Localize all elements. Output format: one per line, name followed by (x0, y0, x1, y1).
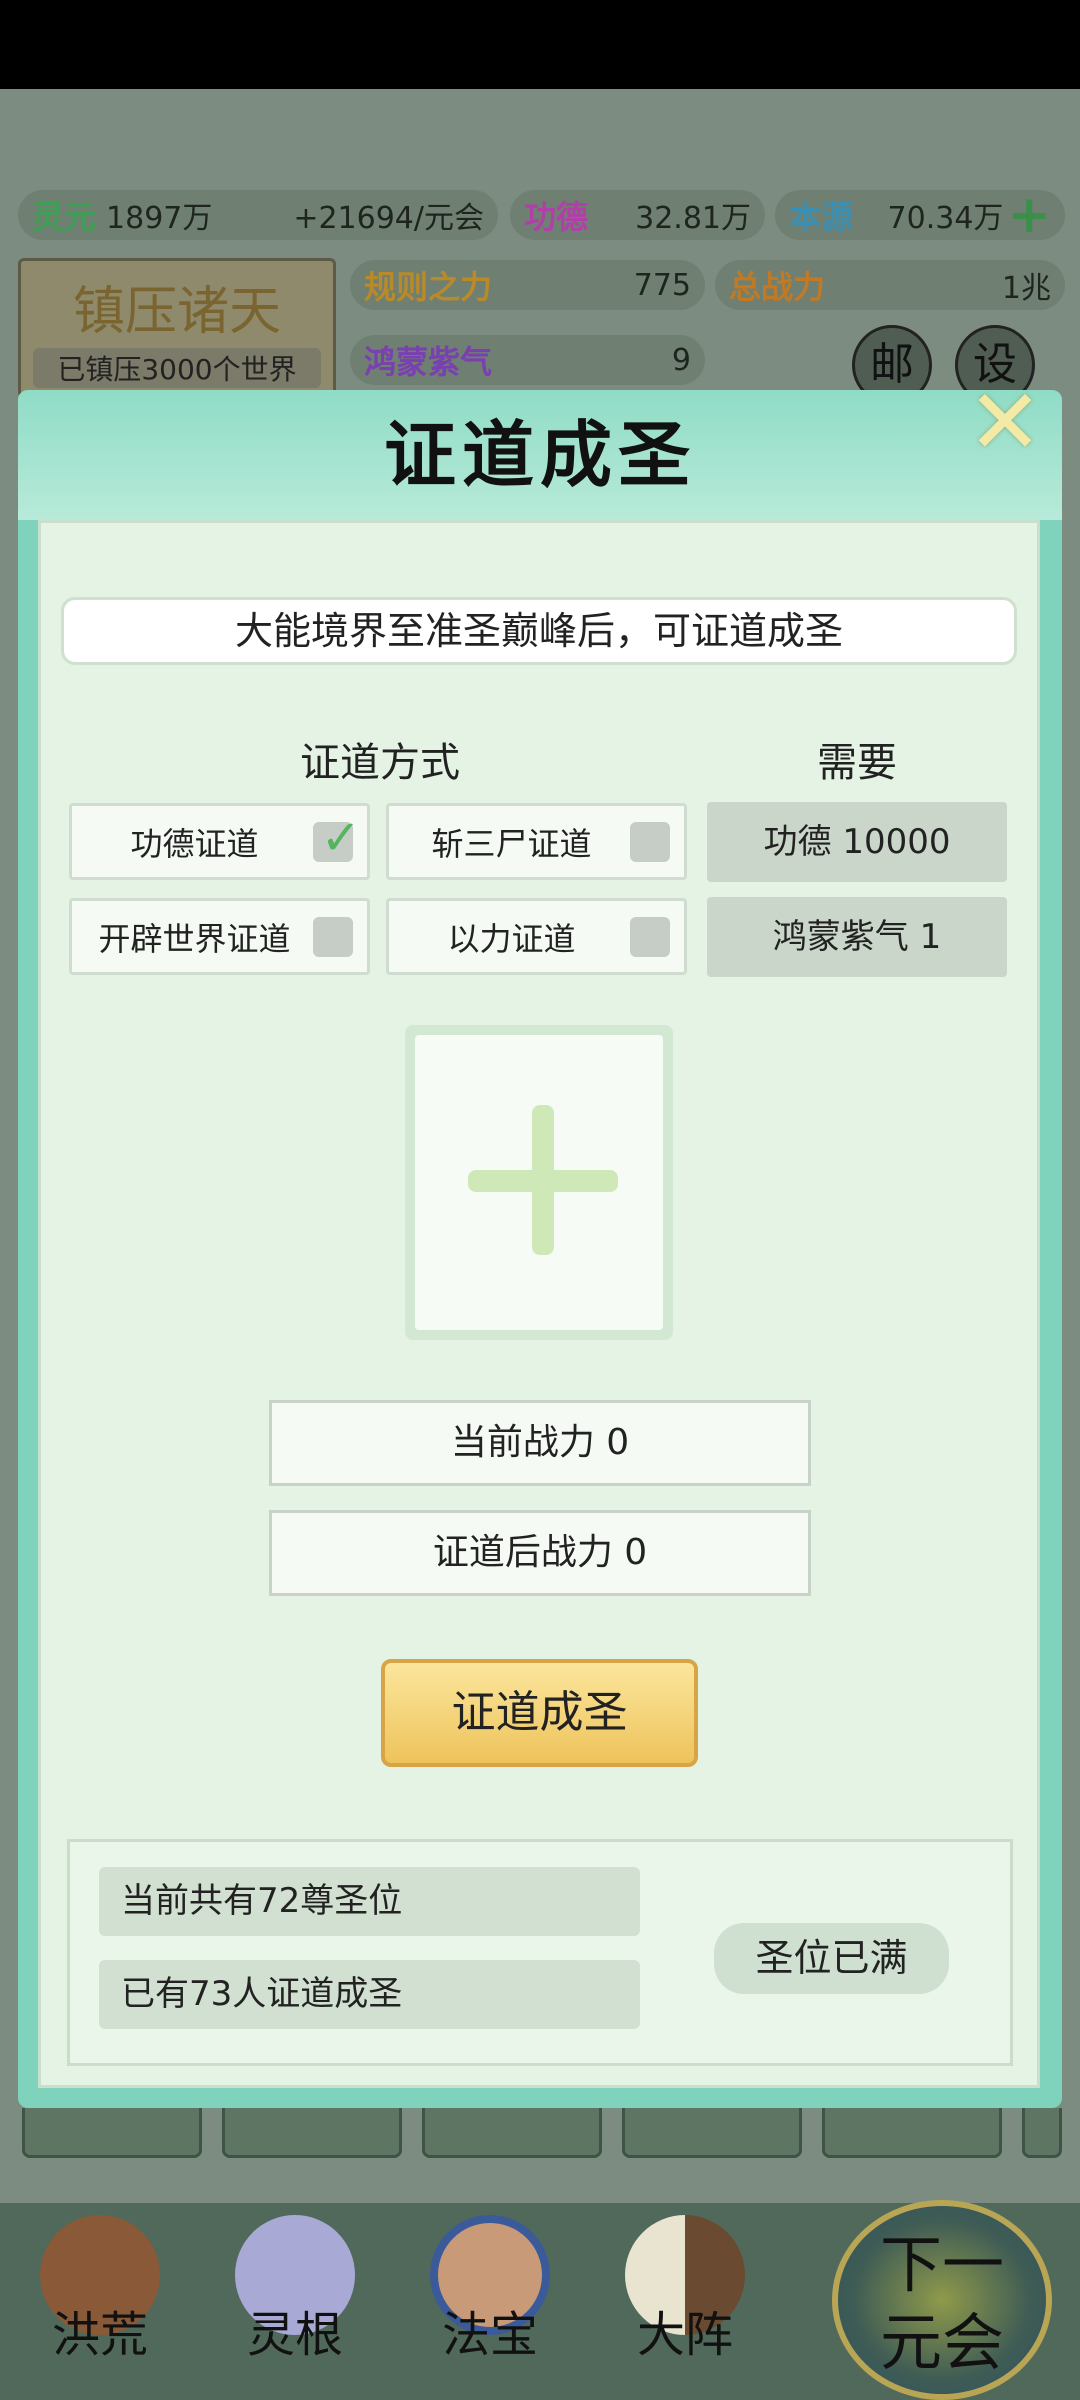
nav-label: 洪荒 (51, 2307, 148, 2363)
guize-label: 规则之力 (364, 268, 493, 306)
method-zhansanshi[interactable]: 斩三尸证道 (386, 803, 687, 880)
resource-gongde: 功德 32.81万 (510, 190, 765, 240)
zongzhanli-value: 1兆 (1001, 271, 1051, 306)
add-icon[interactable]: + (1007, 185, 1051, 245)
checkmark-icon: ✓ (320, 810, 361, 866)
zhenya-panel[interactable]: 镇压诸天 已镇压3000个世界 (18, 258, 336, 398)
next-label: 下一元会 (879, 2228, 1004, 2379)
nav-dazhen[interactable]: 大阵 (600, 2203, 770, 2400)
method-label: 开辟世界证道 (98, 919, 291, 958)
lingyuan-value: 1897万 (106, 201, 213, 236)
slot[interactable] (22, 2108, 202, 2158)
checkbox[interactable] (313, 917, 353, 957)
saints-achieved-count: 已有73人证道成圣 (99, 1960, 640, 2029)
method-gongde[interactable]: 功德证道 ✓ (69, 803, 370, 880)
need-hongmeng: 鸿蒙紫气 1 (707, 897, 1007, 977)
zhenya-title: 镇压诸天 (72, 282, 281, 342)
checkbox[interactable] (630, 917, 670, 957)
nav-label: 大阵 (636, 2307, 733, 2363)
method-kaipi[interactable]: 开辟世界证道 (69, 898, 370, 975)
zhenya-subtitle: 已镇压3000个世界 (33, 348, 321, 388)
plus-icon (532, 1105, 554, 1255)
dialog-title: 证道成圣 (383, 412, 696, 497)
slot[interactable] (622, 2108, 802, 2158)
after-power: 证道后战力 0 (269, 1510, 811, 1596)
slot[interactable] (1022, 2108, 1062, 2158)
lingyuan-label: 灵元 (32, 198, 97, 236)
current-power: 当前战力 0 (269, 1400, 811, 1486)
lingyuan-rate: +21694/元会 (293, 201, 484, 236)
zhengdao-confirm-button[interactable]: 证道成圣 (381, 1659, 698, 1767)
requirement-banner: 大能境界至准圣巅峰后，可证道成圣 (61, 597, 1017, 665)
guize-value: 775 (633, 267, 691, 303)
saint-seats-count: 当前共有72尊圣位 (99, 1867, 640, 1936)
nav-label: 法宝 (441, 2307, 538, 2363)
method-yili[interactable]: 以力证道 (386, 898, 687, 975)
method-label: 以力证道 (447, 919, 576, 958)
benyuan-label: 本源 (789, 198, 854, 236)
resource-zongzhanli: 总战力 1兆 (715, 260, 1065, 310)
hongmeng-value: 9 (671, 342, 691, 378)
next-yuanhui-button[interactable]: 下一元会 (832, 2200, 1052, 2400)
nav-honghuang[interactable]: 洪荒 (15, 2203, 185, 2400)
checkbox[interactable] (630, 822, 670, 862)
needs-header: 需要 (817, 740, 897, 786)
resource-lingyuan: 灵元 1897万 +21694/元会 (18, 190, 498, 240)
slot[interactable] (822, 2108, 1002, 2158)
gongde-value: 32.81万 (635, 201, 751, 236)
method-label: 斩三尸证道 (431, 824, 592, 863)
hongmeng-label: 鸿蒙紫气 (364, 343, 493, 381)
benyuan-value: 70.34万 (887, 201, 1004, 236)
slot[interactable] (422, 2108, 602, 2158)
resource-benyuan: 本源 70.34万 + (775, 185, 1065, 245)
resource-guize: 规则之力 775 (350, 260, 705, 310)
methods-header: 证道方式 (300, 740, 460, 786)
need-gongde: 功德 10000 (707, 802, 1007, 882)
resource-hongmeng: 鸿蒙紫气 9 (350, 335, 705, 385)
zongzhanli-label: 总战力 (729, 268, 826, 306)
method-label: 功德证道 (130, 824, 259, 863)
gongde-label: 功德 (524, 198, 589, 236)
nav-linggen[interactable]: 灵根 (210, 2203, 380, 2400)
add-slot-button[interactable] (405, 1025, 673, 1340)
nav-label: 灵根 (246, 2307, 343, 2363)
close-button[interactable]: ✕ (960, 378, 1050, 468)
nav-fabao[interactable]: 法宝 (405, 2203, 575, 2400)
status-bar (0, 0, 1080, 89)
slot[interactable] (222, 2108, 402, 2158)
seats-full-badge: 圣位已满 (714, 1923, 949, 1994)
